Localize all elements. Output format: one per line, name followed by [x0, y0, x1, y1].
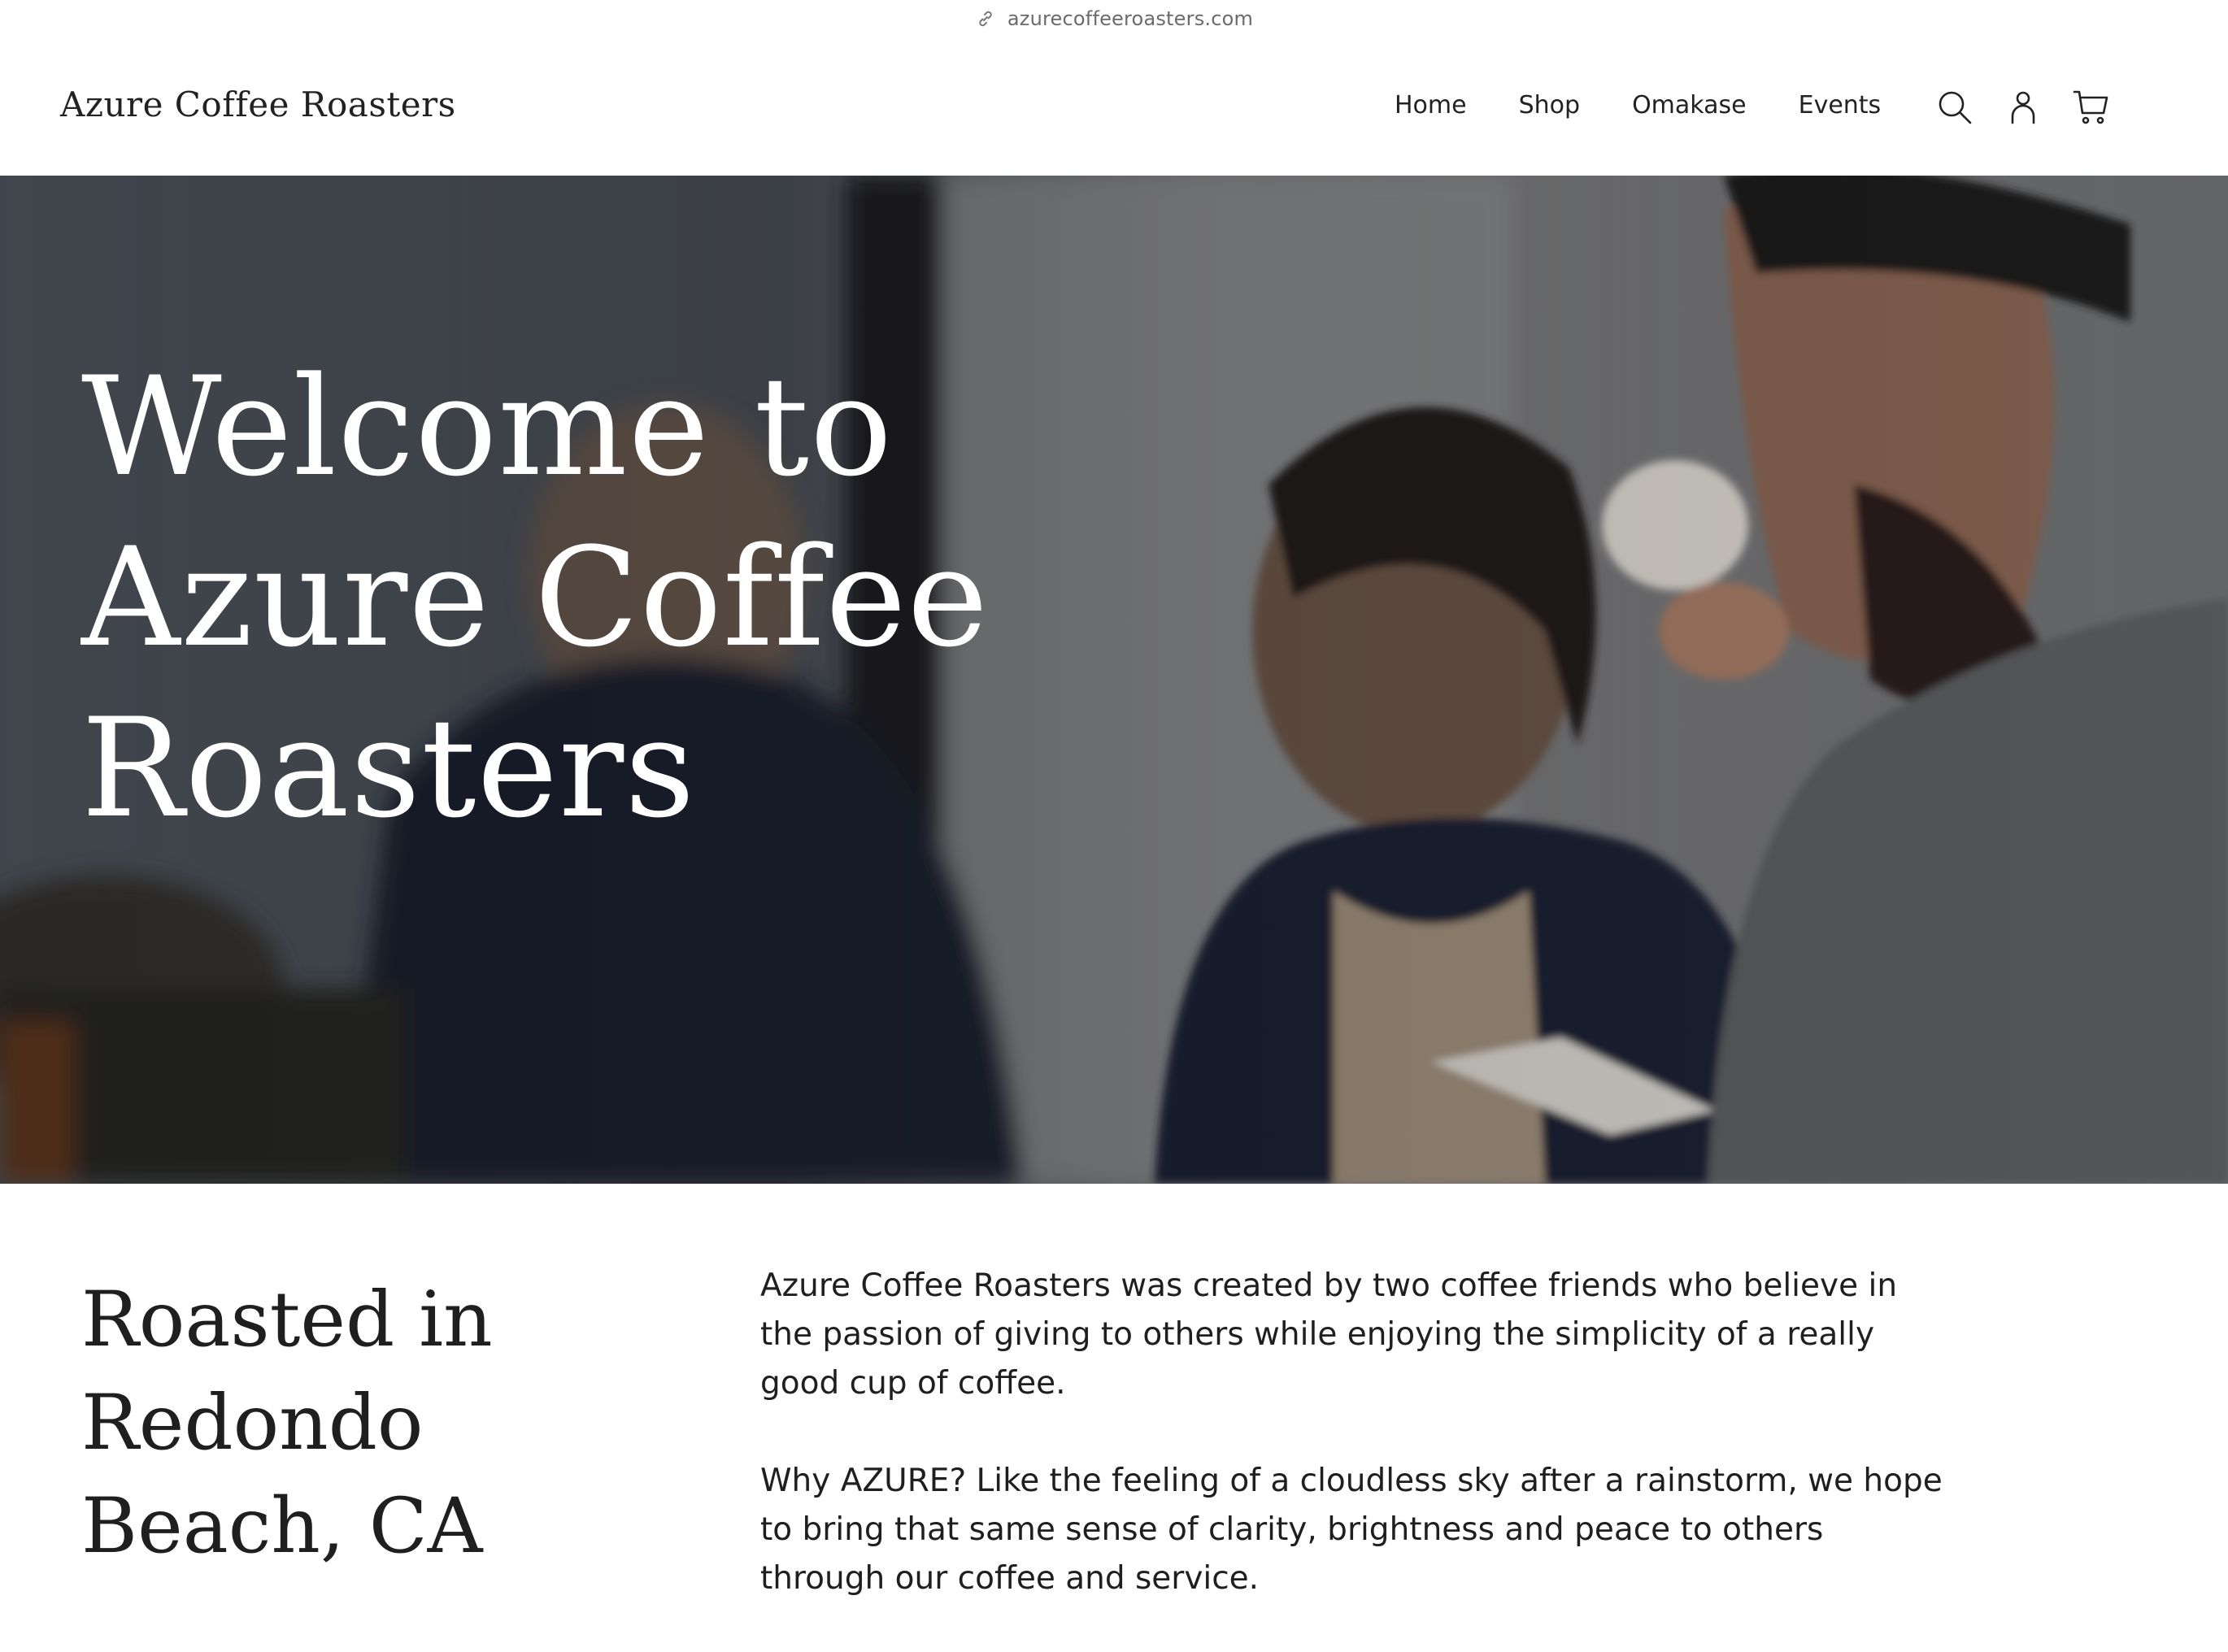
hero-banner: Welcome to Azure Coffee Roasters: [0, 176, 2228, 1184]
nav-shop[interactable]: Shop: [1519, 91, 1580, 120]
address-bar[interactable]: azurecoffeeroasters.com: [0, 0, 2228, 37]
url-text: azurecoffeeroasters.com: [1007, 7, 1254, 30]
site-header: Azure Coffee Roasters Home Shop Omakase …: [0, 37, 2228, 176]
main-nav: Home Shop Omakase Events: [1395, 91, 1881, 120]
hero-title: Welcome to Azure Coffee Roasters: [81, 347, 990, 848]
header-actions: [1935, 88, 2111, 127]
site-logo[interactable]: Azure Coffee Roasters: [60, 85, 456, 124]
search-icon[interactable]: [1935, 88, 1974, 127]
nav-omakase[interactable]: Omakase: [1632, 91, 1747, 120]
intro-text: Azure Coffee Roasters was created by two…: [760, 1262, 1947, 1652]
link-icon: [975, 8, 996, 29]
nav-home[interactable]: Home: [1395, 91, 1467, 120]
intro-paragraph: Azure Coffee Roasters was created by two…: [760, 1267, 1898, 1402]
cart-icon[interactable]: [2072, 88, 2111, 127]
nav-events[interactable]: Events: [1799, 91, 1882, 120]
intro-paragraph: Why AZURE? Like the feeling of a cloudle…: [760, 1463, 1943, 1597]
account-icon[interactable]: [2004, 88, 2043, 127]
intro-heading: Roasted in Redondo Beach, CA: [81, 1276, 493, 1571]
